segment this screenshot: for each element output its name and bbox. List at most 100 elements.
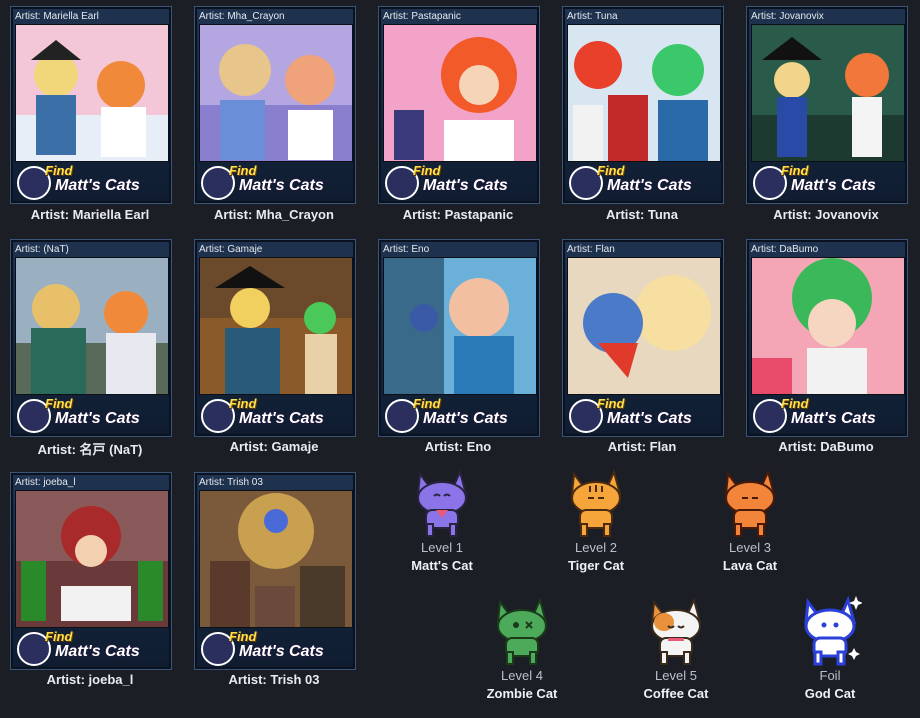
- find-matts-cats-logo: Find Matt's Cats: [567, 163, 719, 200]
- card-artist-label: Artist: Pastapanic: [383, 11, 461, 22]
- cat-level-item: Level 4 Zombie Cat: [457, 594, 587, 701]
- cat-level-item: Level 5 Coffee Cat: [611, 594, 741, 701]
- logo-find-text: Find: [229, 629, 257, 644]
- card-caption: Artist: Gamaje: [229, 439, 319, 454]
- trading-card[interactable]: Artist: Trish 03 Find Matt's Cats: [194, 472, 356, 670]
- find-matts-cats-logo: Find Matt's Cats: [15, 163, 167, 200]
- card-artist-label: Artist: Gamaje: [199, 244, 263, 255]
- card-artist-label: Artist: Trish 03: [199, 477, 263, 488]
- cat-level-label: Level 4: [501, 668, 543, 683]
- logo-find-text: Find: [45, 396, 73, 411]
- logo-title-text: Matt's Cats: [55, 177, 140, 194]
- find-matts-cats-logo: Find Matt's Cats: [567, 396, 719, 433]
- trading-card[interactable]: Artist: (NaT) Find Matt's Cats: [10, 239, 172, 437]
- card-caption: Artist: Mha_Crayon: [214, 207, 334, 222]
- trading-card[interactable]: Artist: DaBumo Find Matt's Cats: [746, 239, 908, 437]
- card-artwork: [199, 24, 353, 162]
- cat-level-item: Level 1 Matt's Cat: [377, 466, 507, 573]
- tiger-cat-icon: [570, 469, 622, 537]
- logo-title-text: Matt's Cats: [423, 410, 508, 427]
- card-caption: Artist: 名戸 (NaT): [37, 442, 143, 457]
- cat-name-label: Coffee Cat: [643, 686, 709, 701]
- cat-level-label: Level 5: [655, 668, 697, 683]
- trading-card[interactable]: Artist: Flan Find Matt's Cats: [562, 239, 724, 437]
- logo-find-text: Find: [597, 163, 625, 178]
- card-artwork: [567, 24, 721, 162]
- lava-cat-icon: [724, 469, 776, 537]
- god-cat-icon: [804, 595, 862, 666]
- logo-find-text: Find: [413, 396, 441, 411]
- find-matts-cats-logo: Find Matt's Cats: [15, 629, 167, 666]
- card-artwork: [15, 24, 169, 162]
- purple-cat-icon: [416, 469, 468, 537]
- logo-title-text: Matt's Cats: [239, 410, 324, 427]
- logo-find-text: Find: [781, 396, 809, 411]
- trading-card[interactable]: Artist: Tuna Find Matt's Cats: [562, 6, 724, 204]
- find-matts-cats-logo: Find Matt's Cats: [199, 163, 351, 200]
- logo-find-text: Find: [45, 163, 73, 178]
- card-artist-label: Artist: Tuna: [567, 11, 618, 22]
- card-artist-label: Artist: Jovanovix: [751, 11, 824, 22]
- card-artist-label: Artist: Mariella Earl: [15, 11, 99, 22]
- card-artwork: [567, 257, 721, 395]
- card-caption: Artist: Jovanovix: [773, 207, 879, 222]
- zombie-cat-icon: [496, 597, 548, 665]
- trading-card[interactable]: Artist: Eno Find Matt's Cats: [378, 239, 540, 437]
- logo-find-text: Find: [229, 396, 257, 411]
- logo-find-text: Find: [597, 396, 625, 411]
- find-matts-cats-logo: Find Matt's Cats: [751, 163, 903, 200]
- cat-level-item: Level 3 Lava Cat: [685, 466, 815, 573]
- find-matts-cats-logo: Find Matt's Cats: [383, 396, 535, 433]
- card-caption: Artist: Tuna: [606, 207, 678, 222]
- trading-card[interactable]: Artist: Jovanovix Find Matt's Cats: [746, 6, 908, 204]
- card-artwork: [199, 257, 353, 395]
- cat-name-label: Lava Cat: [722, 558, 778, 573]
- card-artwork: [15, 490, 169, 628]
- card-artwork: [199, 490, 353, 628]
- find-matts-cats-logo: Find Matt's Cats: [15, 396, 167, 433]
- card-caption: Artist: joeba_l: [46, 672, 134, 687]
- logo-find-text: Find: [45, 629, 73, 644]
- card-caption: Artist: Pastapanic: [402, 207, 514, 222]
- logo-title-text: Matt's Cats: [607, 410, 692, 427]
- find-matts-cats-logo: Find Matt's Cats: [199, 396, 351, 433]
- coffee-cat-icon: [650, 597, 702, 665]
- logo-title-text: Matt's Cats: [791, 177, 876, 194]
- trading-card[interactable]: Artist: joeba_l Find Matt's Cats: [10, 472, 172, 670]
- card-artist-label: Artist: (NaT): [15, 244, 69, 255]
- find-matts-cats-logo: Find Matt's Cats: [383, 163, 535, 200]
- cat-level-label: Level 2: [575, 540, 617, 555]
- card-artwork: [383, 257, 537, 395]
- card-artist-label: Artist: DaBumo: [751, 244, 819, 255]
- logo-find-text: Find: [229, 163, 257, 178]
- card-artwork: [751, 24, 905, 162]
- cat-name-label: Tiger Cat: [567, 558, 625, 573]
- cat-level-label: Level 3: [729, 540, 771, 555]
- cat-name-label: Zombie Cat: [486, 686, 558, 701]
- card-artist-label: Artist: Mha_Crayon: [199, 11, 285, 22]
- trading-card[interactable]: Artist: Gamaje Find Matt's Cats: [194, 239, 356, 437]
- cat-level-item: Level 2 Tiger Cat: [531, 466, 661, 573]
- cat-name-label: God Cat: [804, 686, 856, 701]
- logo-title-text: Matt's Cats: [423, 177, 508, 194]
- logo-find-text: Find: [781, 163, 809, 178]
- logo-title-text: Matt's Cats: [607, 177, 692, 194]
- logo-find-text: Find: [413, 163, 441, 178]
- cat-name-label: Matt's Cat: [411, 558, 473, 573]
- trading-card[interactable]: Artist: Mha_Crayon Find Matt's Cats: [194, 6, 356, 204]
- find-matts-cats-logo: Find Matt's Cats: [199, 629, 351, 666]
- logo-title-text: Matt's Cats: [239, 177, 324, 194]
- logo-title-text: Matt's Cats: [55, 410, 140, 427]
- card-caption: Artist: DaBumo: [778, 439, 874, 454]
- card-artist-label: Artist: joeba_l: [15, 477, 76, 488]
- logo-title-text: Matt's Cats: [791, 410, 876, 427]
- trading-card[interactable]: Artist: Mariella Earl Find Matt's Cats: [10, 6, 172, 204]
- card-artwork: [15, 257, 169, 395]
- cat-level-label: Foil: [819, 668, 841, 683]
- trading-card[interactable]: Artist: Pastapanic Find Matt's Cats: [378, 6, 540, 204]
- card-artwork: [751, 257, 905, 395]
- card-artist-label: Artist: Flan: [567, 244, 615, 255]
- cat-level-item: Foil God Cat: [765, 594, 895, 701]
- cat-level-label: Level 1: [421, 540, 463, 555]
- card-caption: Artist: Trish 03: [228, 672, 320, 687]
